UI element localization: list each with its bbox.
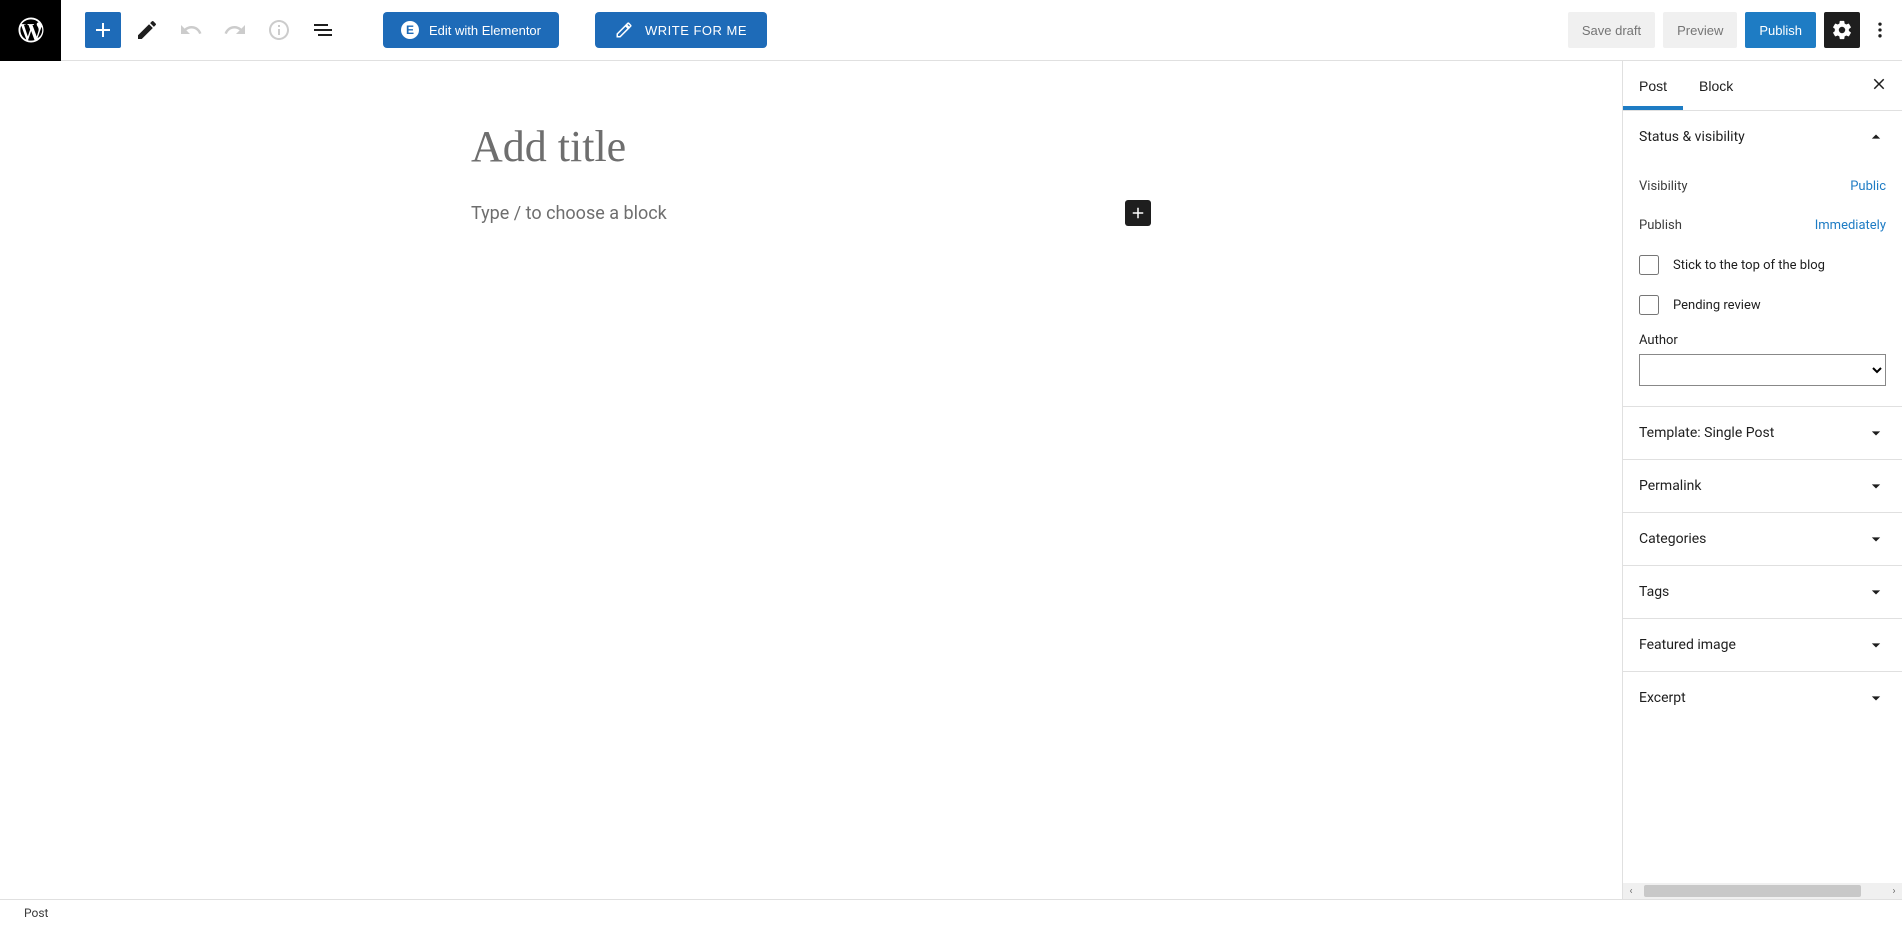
publish-label: Publish (1639, 218, 1682, 233)
close-sidebar-button[interactable] (1856, 61, 1902, 110)
breadcrumb-bar: Post (0, 899, 1902, 925)
panel-header-status[interactable]: Status & visibility (1623, 111, 1902, 163)
sidebar-h-scrollbar[interactable]: ‹ › (1623, 883, 1902, 899)
publish-value[interactable]: Immediately (1815, 218, 1886, 233)
wordpress-logo[interactable] (0, 0, 61, 61)
stick-top-label: Stick to the top of the blog (1673, 258, 1825, 273)
title-input[interactable] (471, 121, 1151, 172)
settings-sidebar: Post Block Status & visibility Visibilit… (1622, 61, 1902, 899)
add-block-button[interactable] (85, 12, 121, 48)
panel-tags: Tags (1623, 566, 1902, 619)
info-icon (267, 18, 291, 42)
editor-canvas: Type / to choose a block (0, 61, 1622, 899)
chevron-up-icon (1866, 127, 1886, 147)
outline-button[interactable] (305, 12, 341, 48)
panel-status-visibility: Status & visibility Visibility Public Pu… (1623, 111, 1902, 407)
add-block-inline-button[interactable] (1125, 200, 1151, 226)
panel-header-categories[interactable]: Categories (1623, 513, 1902, 565)
chevron-down-icon (1866, 582, 1886, 602)
pencil-icon (135, 18, 159, 42)
stick-top-checkbox[interactable] (1639, 255, 1659, 275)
panel-header-tags[interactable]: Tags (1623, 566, 1902, 618)
panel-header-excerpt[interactable]: Excerpt (1623, 672, 1902, 724)
list-icon (311, 18, 335, 42)
panel-title: Tags (1639, 584, 1669, 600)
plus-icon (1129, 204, 1147, 222)
panel-title: Excerpt (1639, 690, 1686, 706)
undo-button[interactable] (173, 12, 209, 48)
scroll-track[interactable] (1639, 883, 1886, 899)
chevron-down-icon (1866, 529, 1886, 549)
panel-title: Template: Single Post (1639, 425, 1774, 441)
panel-title: Status & visibility (1639, 129, 1745, 145)
top-toolbar: E Edit with Elementor WRITE FOR ME Save … (0, 0, 1902, 61)
save-draft-button[interactable]: Save draft (1568, 12, 1655, 48)
author-label: Author (1639, 333, 1886, 348)
undo-icon (179, 18, 203, 42)
pending-review-label: Pending review (1673, 298, 1761, 313)
tools-button[interactable] (129, 12, 165, 48)
redo-button[interactable] (217, 12, 253, 48)
panel-template: Template: Single Post (1623, 407, 1902, 460)
panel-title: Featured image (1639, 637, 1736, 653)
gear-icon (1831, 19, 1853, 41)
settings-button[interactable] (1824, 12, 1860, 48)
publish-button[interactable]: Publish (1745, 12, 1816, 48)
plus-icon (91, 18, 115, 42)
scroll-thumb[interactable] (1644, 885, 1861, 897)
more-options-button[interactable] (1868, 12, 1892, 48)
pending-review-checkbox[interactable] (1639, 295, 1659, 315)
tab-block[interactable]: Block (1683, 61, 1749, 110)
panel-title: Permalink (1639, 478, 1701, 494)
panel-excerpt: Excerpt (1623, 672, 1902, 724)
info-button[interactable] (261, 12, 297, 48)
elementor-label: Edit with Elementor (429, 23, 541, 38)
chevron-down-icon (1866, 688, 1886, 708)
chevron-down-icon (1866, 476, 1886, 496)
block-placeholder[interactable]: Type / to choose a block (471, 203, 1125, 224)
visibility-label: Visibility (1639, 179, 1688, 194)
panel-categories: Categories (1623, 513, 1902, 566)
author-select[interactable] (1639, 354, 1886, 386)
panel-featured-image: Featured image (1623, 619, 1902, 672)
write-for-me-button[interactable]: WRITE FOR ME (595, 12, 767, 48)
breadcrumb[interactable]: Post (24, 906, 48, 920)
panel-permalink: Permalink (1623, 460, 1902, 513)
chevron-down-icon (1866, 423, 1886, 443)
chevron-down-icon (1866, 635, 1886, 655)
write-label: WRITE FOR ME (645, 23, 747, 38)
edit-elementor-button[interactable]: E Edit with Elementor (383, 12, 559, 48)
panel-title: Categories (1639, 531, 1706, 547)
stick-top-row[interactable]: Stick to the top of the blog (1639, 245, 1886, 285)
panel-header-featured[interactable]: Featured image (1623, 619, 1902, 671)
redo-icon (223, 18, 247, 42)
visibility-value[interactable]: Public (1850, 179, 1886, 194)
pending-review-row[interactable]: Pending review (1639, 285, 1886, 325)
elementor-icon: E (401, 21, 419, 39)
scroll-right-arrow[interactable]: › (1886, 886, 1902, 897)
pen-icon (615, 21, 633, 39)
kebab-icon (1870, 20, 1890, 40)
panel-header-permalink[interactable]: Permalink (1623, 460, 1902, 512)
preview-button[interactable]: Preview (1663, 12, 1737, 48)
close-icon (1870, 75, 1888, 93)
tab-post[interactable]: Post (1623, 61, 1683, 110)
scroll-left-arrow[interactable]: ‹ (1623, 886, 1639, 897)
wordpress-icon (16, 15, 46, 45)
panel-header-template[interactable]: Template: Single Post (1623, 407, 1902, 459)
